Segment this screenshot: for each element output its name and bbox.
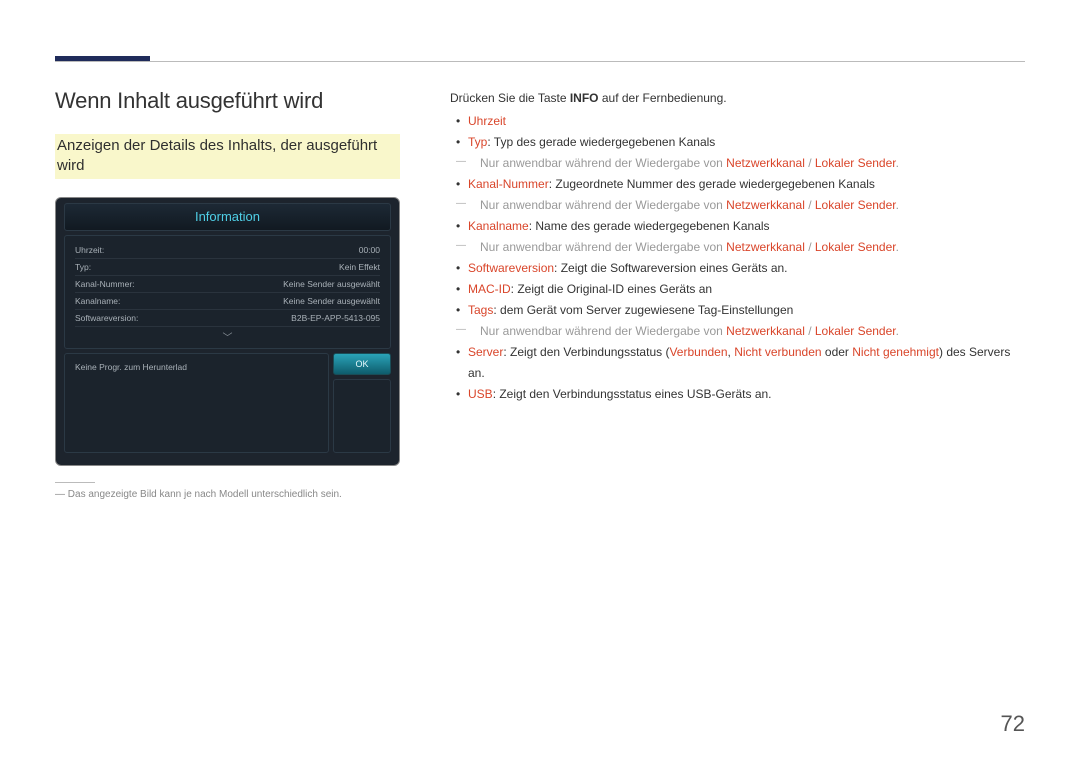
chevron-down-icon: ﹀ <box>75 327 380 344</box>
info-panel-title: Information <box>64 203 391 231</box>
bullet-kanalname: Kanalname: Name des gerade wiedergegeben… <box>468 216 1025 258</box>
dot: . <box>896 240 899 254</box>
swver-desc: : Zeigt die Softwareversion eines Geräts… <box>554 261 787 275</box>
bullet-typ: Typ: Typ des gerade wiedergegebenen Kana… <box>468 132 1025 174</box>
page-content: Wenn Inhalt ausgeführt wird Anzeigen der… <box>55 88 1025 500</box>
value: Keine Sender ausgewählt <box>283 279 380 289</box>
dot: . <box>896 198 899 212</box>
footnote-divider <box>55 482 95 483</box>
uhrzeit-label: Uhrzeit <box>468 114 506 128</box>
sub-pre: Nur anwendbar während der Wiedergabe von <box>480 324 726 338</box>
lokaler-sender: Lokaler Sender <box>815 324 896 338</box>
footnote-dash: ― <box>55 489 65 500</box>
mac-label: MAC-ID <box>468 282 511 296</box>
page-number: 72 <box>1001 711 1025 737</box>
mac-desc: : Zeigt die Original-ID eines Geräts an <box>511 282 712 296</box>
header-divider <box>55 61 1025 62</box>
information-panel-screenshot: Information Uhrzeit: 00:00 Typ: Kein Eff… <box>55 197 400 466</box>
bullet-tags: Tags: dem Gerät vom Server zugewiesene T… <box>468 300 1025 342</box>
intro-bold: INFO <box>570 91 599 105</box>
kanalnr-label: Kanal-Nummer <box>468 177 549 191</box>
kanalnr-desc: : Zugeordnete Nummer des gerade wiederge… <box>549 177 875 191</box>
dot: . <box>896 156 899 170</box>
slash: / <box>805 324 815 338</box>
footnote: ― Das angezeigte Bild kann je nach Model… <box>55 489 400 500</box>
section-subtitle: Anzeigen der Details des Inhalts, der au… <box>55 134 400 179</box>
sub-pre: Nur anwendbar während der Wiedergabe von <box>480 198 726 212</box>
bullet-uhrzeit: Uhrzeit <box>468 111 1025 132</box>
server-label: Server <box>468 345 503 359</box>
label: Uhrzeit: <box>75 245 104 255</box>
label: Kanal-Nummer: <box>75 279 135 289</box>
sub-pre: Nur anwendbar während der Wiedergabe von <box>480 156 726 170</box>
lokaler-sender: Lokaler Sender <box>815 240 896 254</box>
value: Keine Sender ausgewählt <box>283 296 380 306</box>
slash: / <box>805 198 815 212</box>
page-title: Wenn Inhalt ausgeführt wird <box>55 88 400 114</box>
bullet-server: Server: Zeigt den Verbindungsstatus (Ver… <box>468 342 1025 384</box>
intro-post: auf der Fernbedienung. <box>599 91 727 105</box>
bullet-list: Uhrzeit Typ: Typ des gerade wiedergegebe… <box>450 111 1025 405</box>
usb-desc: : Zeigt den Verbindungsstatus eines USB-… <box>493 387 772 401</box>
verbunden: Verbunden <box>669 345 727 359</box>
right-column: Drücken Sie die Taste INFO auf der Fernb… <box>450 88 1025 500</box>
sub-note-kanalname: Nur anwendbar während der Wiedergabe von… <box>468 237 1025 258</box>
netzwerkkanal: Netzwerkkanal <box>726 198 805 212</box>
intro-line: Drücken Sie die Taste INFO auf der Fernb… <box>450 88 1025 109</box>
slash: / <box>805 156 815 170</box>
sub-note-kanalnr: Nur anwendbar während der Wiedergabe von… <box>468 195 1025 216</box>
oder: oder <box>822 345 853 359</box>
ok-spacer <box>333 379 391 453</box>
info-row-softwareversion: Softwareversion: B2B-EP-APP-5413-095 <box>75 310 380 327</box>
footnote-text: Das angezeigte Bild kann je nach Modell … <box>68 489 342 500</box>
bullet-usb: USB: Zeigt den Verbindungsstatus eines U… <box>468 384 1025 405</box>
label: Kanalname: <box>75 296 120 306</box>
sub-note-typ: Nur anwendbar während der Wiedergabe von… <box>468 153 1025 174</box>
dot: . <box>896 324 899 338</box>
netzwerkkanal: Netzwerkkanal <box>726 156 805 170</box>
bullet-macid: MAC-ID: Zeigt die Original-ID eines Gerä… <box>468 279 1025 300</box>
tags-desc: : dem Gerät vom Server zugewiesene Tag-E… <box>493 303 793 317</box>
nicht-verbunden: Nicht verbunden <box>734 345 821 359</box>
tags-label: Tags <box>468 303 493 317</box>
info-row-typ: Typ: Kein Effekt <box>75 259 380 276</box>
kanalname-desc: : Name des gerade wiedergegebenen Kanals <box>529 219 770 233</box>
bullet-kanalnummer: Kanal-Nummer: Zugeordnete Nummer des ger… <box>468 174 1025 216</box>
info-panel-body: Uhrzeit: 00:00 Typ: Kein Effekt Kanal-Nu… <box>64 235 391 349</box>
swver-label: Softwareversion <box>468 261 554 275</box>
value: B2B-EP-APP-5413-095 <box>291 313 380 323</box>
netzwerkkanal: Netzwerkkanal <box>726 324 805 338</box>
usb-label: USB <box>468 387 493 401</box>
info-row-uhrzeit: Uhrzeit: 00:00 <box>75 242 380 259</box>
lokaler-sender: Lokaler Sender <box>815 198 896 212</box>
typ-label: Typ <box>468 135 487 149</box>
sub-pre: Nur anwendbar während der Wiedergabe von <box>480 240 726 254</box>
bullet-softwareversion: Softwareversion: Zeigt die Softwareversi… <box>468 258 1025 279</box>
info-panel-lower: Keine Progr. zum Herunterlad OK <box>64 353 391 453</box>
download-status-box: Keine Progr. zum Herunterlad <box>64 353 329 453</box>
typ-desc: : Typ des gerade wiedergegebenen Kanals <box>487 135 715 149</box>
label: Softwareversion: <box>75 313 138 323</box>
ok-button: OK <box>333 353 391 375</box>
slash: / <box>805 240 815 254</box>
server-pre: : Zeigt den Verbindungsstatus ( <box>503 345 669 359</box>
info-row-kanalname: Kanalname: Keine Sender ausgewählt <box>75 293 380 310</box>
nicht-genehmigt: Nicht genehmigt <box>852 345 939 359</box>
label: Typ: <box>75 262 91 272</box>
info-row-kanalnummer: Kanal-Nummer: Keine Sender ausgewählt <box>75 276 380 293</box>
ok-column: OK <box>333 353 391 453</box>
value: 00:00 <box>359 245 380 255</box>
left-column: Wenn Inhalt ausgeführt wird Anzeigen der… <box>55 88 400 500</box>
value: Kein Effekt <box>339 262 380 272</box>
lokaler-sender: Lokaler Sender <box>815 156 896 170</box>
netzwerkkanal: Netzwerkkanal <box>726 240 805 254</box>
intro-pre: Drücken Sie die Taste <box>450 91 570 105</box>
kanalname-label: Kanalname <box>468 219 529 233</box>
sub-note-tags: Nur anwendbar während der Wiedergabe von… <box>468 321 1025 342</box>
